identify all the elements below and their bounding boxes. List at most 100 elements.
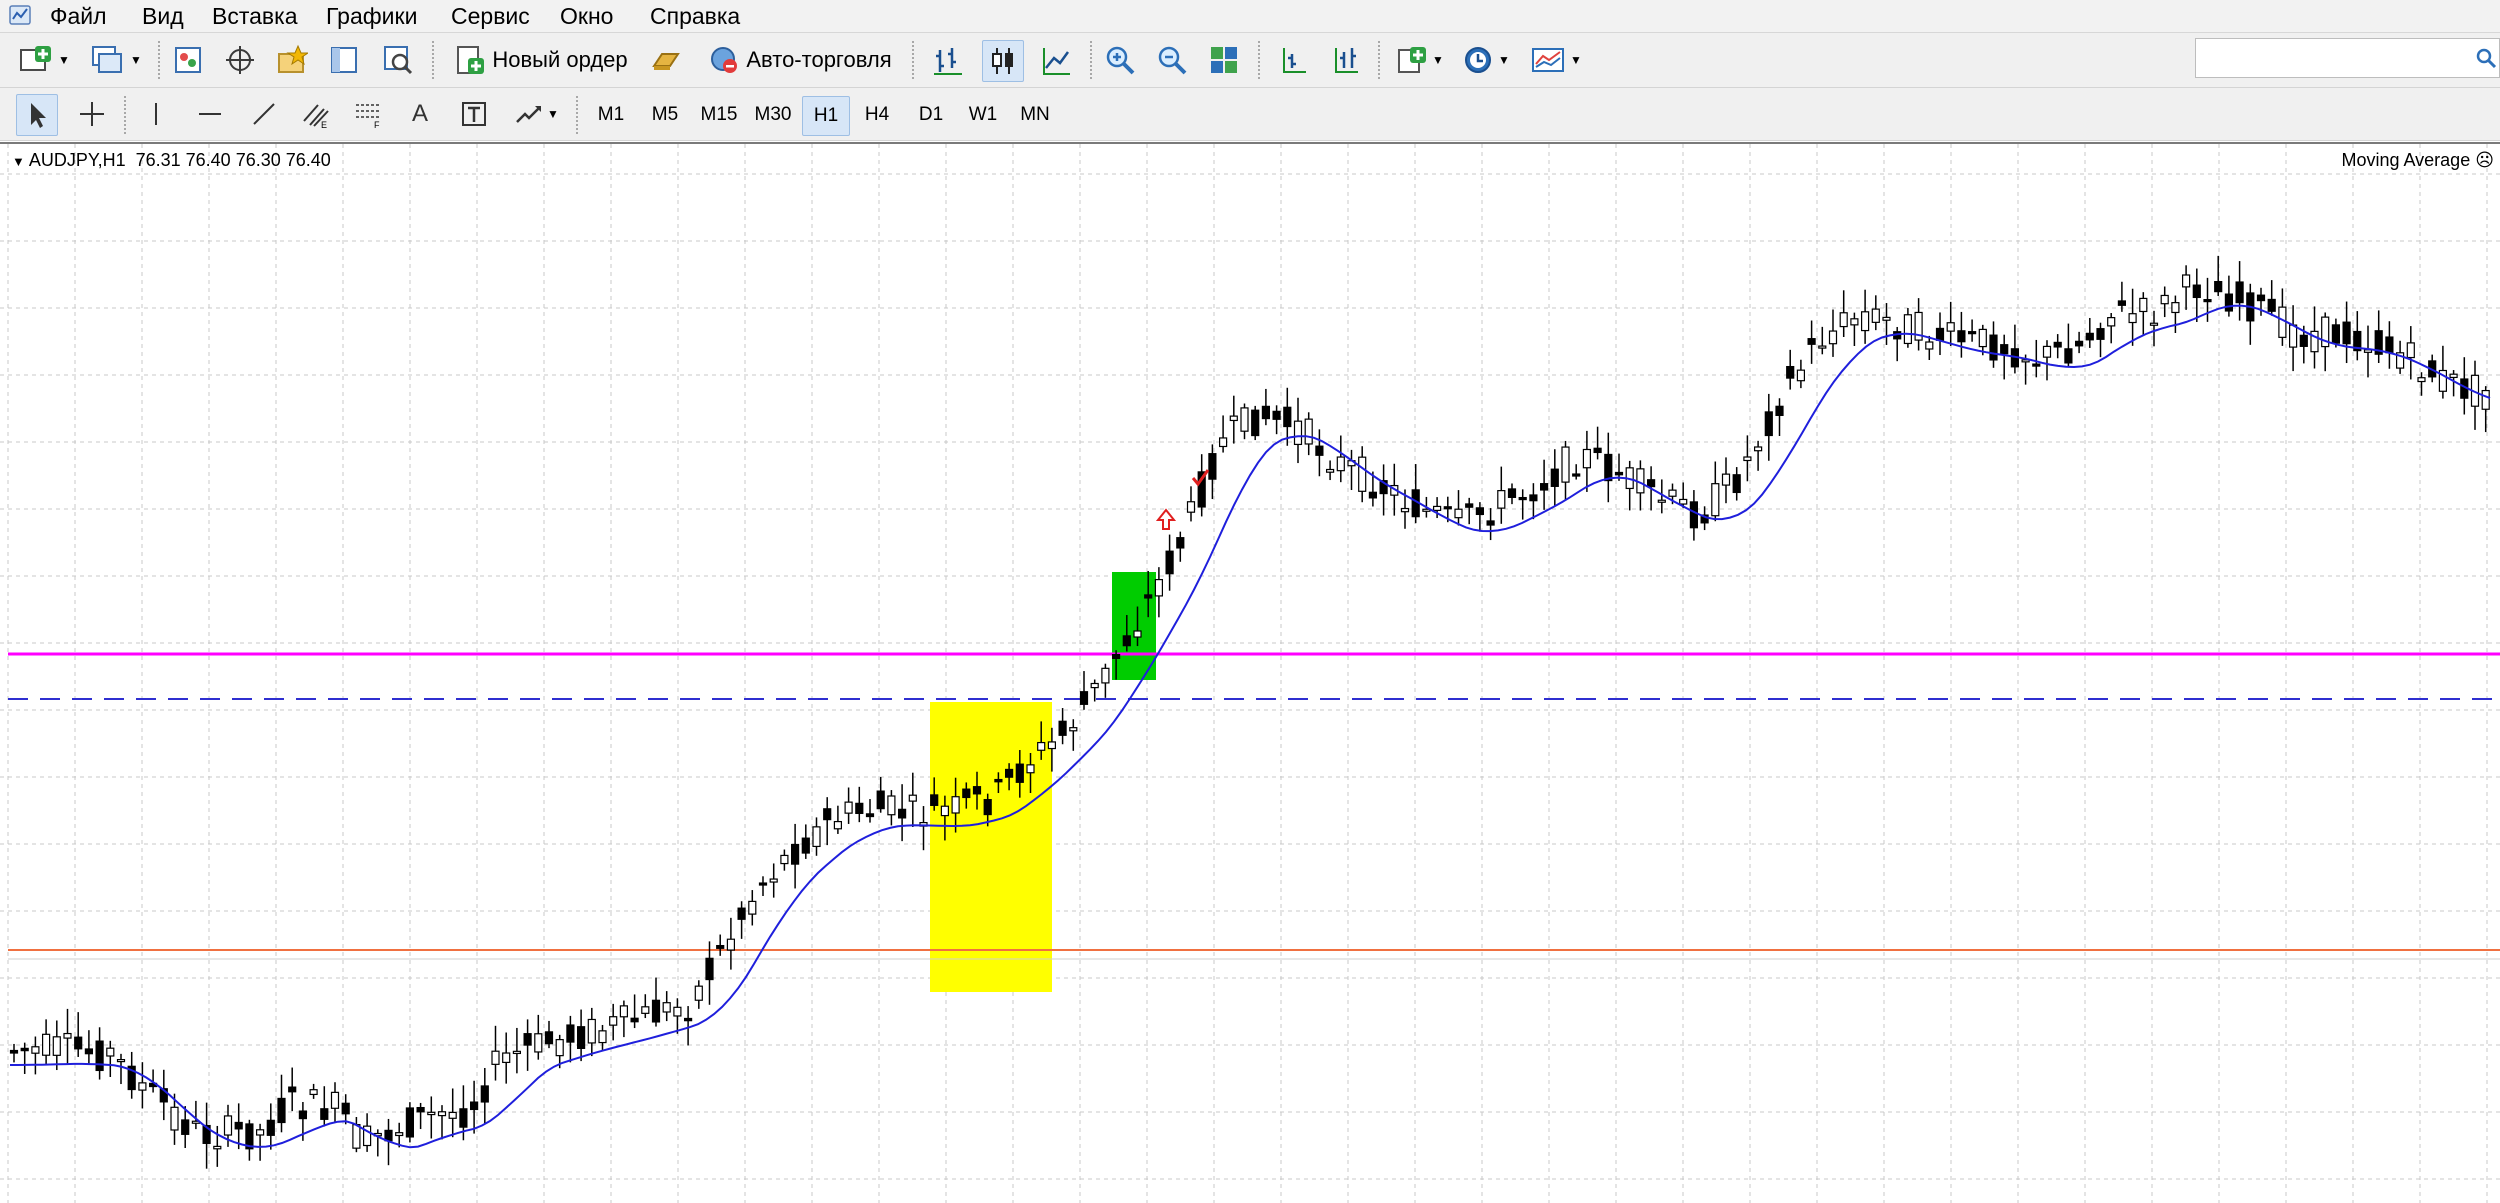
candle-body [2064, 348, 2073, 364]
indicator-name: Moving Average [2341, 150, 2471, 170]
candle-body [844, 801, 853, 814]
navigator-button[interactable] [220, 40, 260, 80]
zoom-out-button[interactable] [1152, 40, 1192, 80]
market-watch-button[interactable] [168, 40, 208, 80]
horizontal-line-button[interactable] [190, 94, 230, 134]
candle-body [1293, 420, 1303, 446]
timeframe-m5[interactable]: M5 [642, 96, 688, 134]
candle-body [480, 1085, 489, 1103]
vertical-line-icon [155, 103, 157, 125]
candle-body [2075, 340, 2084, 347]
indicators-button[interactable]: ▼ [1392, 40, 1448, 80]
line-chart-button[interactable] [1036, 40, 1076, 80]
timeframe-m30[interactable]: M30 [748, 96, 798, 134]
bar-chart-button[interactable] [928, 40, 968, 80]
candle-body [1828, 330, 1838, 345]
menu-insert[interactable]: Вставка [212, 0, 298, 32]
app-logo-icon[interactable] [8, 4, 32, 26]
price-chart[interactable] [0, 144, 2500, 1203]
arrows-button[interactable]: ▼ [508, 94, 564, 134]
strategy-tester-button[interactable] [378, 40, 418, 80]
new-order-button[interactable]: Новый ордер [446, 40, 636, 80]
auto-trading-button[interactable]: Авто-торговля [700, 40, 900, 80]
zoom-in-button[interactable] [1100, 40, 1140, 80]
candle-body [1090, 682, 1099, 689]
candle-body [1015, 763, 1024, 783]
timeframe-m15[interactable]: M15 [694, 96, 744, 134]
candle-body [2160, 294, 2169, 305]
menu-window[interactable]: Окно [560, 0, 613, 32]
candle-body [2267, 298, 2276, 312]
menu-help[interactable]: Справка [650, 0, 740, 32]
candle-body [726, 938, 736, 951]
trendline-button[interactable] [244, 94, 284, 134]
timeframe-w1[interactable]: W1 [960, 96, 1006, 134]
indicator-label: Moving Average ☹ [2341, 150, 2494, 171]
menu-file[interactable]: Файл [50, 0, 107, 32]
candle-body [2224, 293, 2233, 312]
tile-windows-button[interactable] [1204, 40, 1244, 80]
candle-body [1732, 474, 1741, 494]
menu-tools[interactable]: Сервис [451, 0, 530, 32]
candle-body [448, 1111, 457, 1119]
chart-header: ▼ AUDJPY,H1 76.31 76.40 76.30 76.40 [12, 150, 331, 171]
star-folder-icon [278, 44, 308, 73]
candle-body [609, 1016, 618, 1026]
profiles-button[interactable]: ▼ [86, 40, 146, 80]
svg-text:E: E [321, 120, 327, 129]
auto-scroll-button[interactable] [1272, 40, 1312, 80]
periods-button[interactable]: ▼ [1458, 40, 1514, 80]
candle-body [940, 805, 950, 817]
fibonacci-button[interactable]: F [348, 94, 388, 134]
candle-body [1882, 316, 1891, 321]
search-icon[interactable] [2475, 47, 2497, 69]
chart-window[interactable]: ▼ AUDJPY,H1 76.31 76.40 76.30 76.40 Movi… [0, 142, 2500, 1203]
candle-body [737, 907, 746, 920]
candle-body [1507, 488, 1517, 498]
timeframe-h4[interactable]: H4 [854, 96, 900, 134]
timeframe-h1[interactable]: H1 [802, 96, 850, 136]
candle-body [277, 1097, 286, 1124]
indicators-icon [1398, 47, 1427, 73]
candle-body [1443, 506, 1452, 510]
candle-body [1957, 330, 1966, 343]
candle-body [1935, 327, 1945, 341]
timeframe-m1[interactable]: M1 [588, 96, 634, 134]
chevron-down-icon: ▼ [1570, 53, 1582, 67]
candle-body [1967, 331, 1977, 335]
candle-body [523, 1033, 532, 1046]
new-chart-button[interactable]: ▼ [14, 40, 74, 80]
timeframe-mn[interactable]: MN [1012, 96, 1058, 134]
chart-shift-icon [1335, 48, 1358, 73]
menu-charts[interactable]: Графики [326, 0, 417, 32]
terminal-button[interactable] [324, 40, 364, 80]
search-input[interactable] [2195, 38, 2500, 78]
text-tool-button[interactable]: A [402, 94, 438, 134]
collapse-triangle-icon[interactable]: ▼ [12, 154, 25, 169]
timeframe-d1[interactable]: D1 [908, 96, 954, 134]
candle-body [1079, 691, 1089, 705]
candle-body [2256, 294, 2266, 302]
candlestick-chart-button[interactable] [982, 40, 1024, 82]
menu-view[interactable]: Вид [142, 0, 184, 32]
chart-shift-button[interactable] [1324, 40, 1364, 80]
candle-body [1047, 741, 1057, 750]
equidistant-channel-button[interactable]: E [296, 94, 336, 134]
text-label-button[interactable] [454, 94, 494, 134]
crosshair-tool-button[interactable] [72, 94, 112, 134]
candle-body [1582, 448, 1592, 469]
candle-body [983, 799, 992, 816]
auto-scroll-icon [1283, 48, 1306, 73]
candle-body [1689, 501, 1699, 529]
candle-body [1925, 341, 1934, 350]
candle-body [598, 1030, 607, 1044]
favorites-button[interactable] [272, 40, 312, 80]
candle-body [2278, 306, 2287, 338]
candle-body [930, 794, 939, 806]
cursor-tool-button[interactable] [16, 94, 58, 136]
history-center-button[interactable] [648, 40, 684, 80]
vertical-line-button[interactable] [138, 94, 174, 134]
templates-button[interactable]: ▼ [1526, 40, 1586, 80]
candle-body [2128, 313, 2137, 324]
candle-body [1358, 456, 1367, 492]
